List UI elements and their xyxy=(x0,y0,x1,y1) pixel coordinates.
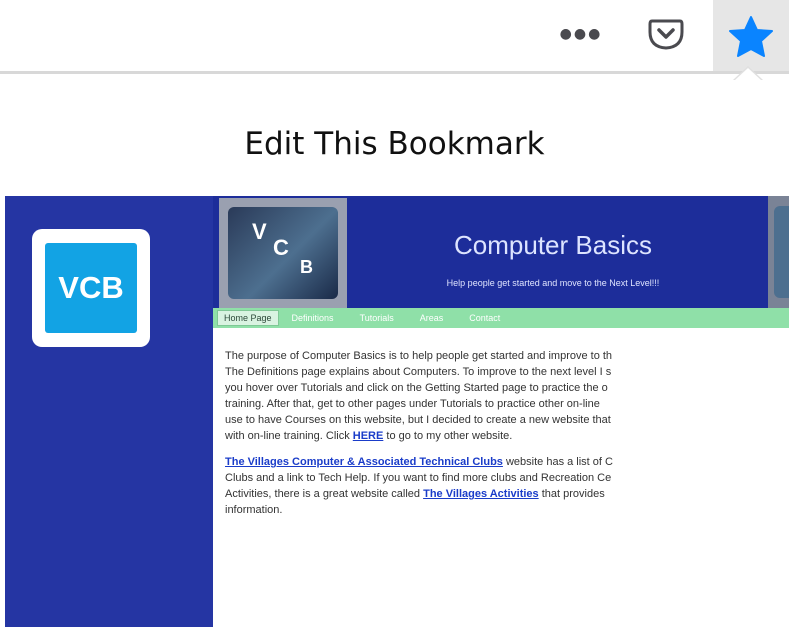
bookmark-star-button[interactable] xyxy=(713,0,789,74)
panel-title: Edit This Bookmark xyxy=(244,126,545,162)
nav-item-home: Home Page xyxy=(217,310,279,326)
pocket-icon xyxy=(648,19,684,50)
site-nav: Home Page Definitions Tutorials Areas Co… xyxy=(213,308,789,328)
preview-sidebar: VCB xyxy=(5,196,213,627)
site-content: The purpose of Computer Basics is to hel… xyxy=(225,348,789,528)
header-logo-v: V xyxy=(252,219,267,244)
toolbar-divider xyxy=(0,71,789,74)
header-logo-c: C xyxy=(273,235,289,260)
nav-item-definitions: Definitions xyxy=(291,313,334,323)
site-logo-text: VCB xyxy=(58,270,124,305)
paragraph-1-after: to go to my other website. xyxy=(383,430,513,442)
here-link: HERE xyxy=(352,430,384,442)
header-logo: V C B xyxy=(219,198,347,308)
star-filled-icon xyxy=(729,16,773,57)
site-logo-badge: VCB xyxy=(45,243,137,333)
save-to-pocket-button[interactable] xyxy=(642,10,690,58)
content-paragraph-1: The purpose of Computer Basics is to hel… xyxy=(225,348,789,444)
site-header: V C B Computer Basics Help people get st… xyxy=(213,196,789,308)
clubs-link: The Villages Computer & Associated Techn… xyxy=(225,456,503,468)
activities-link: The Villages Activities xyxy=(423,488,539,500)
header-logo-image: V C B xyxy=(228,207,338,299)
page-actions-menu-button[interactable]: ●●● xyxy=(556,16,606,52)
site-tagline: Help people get started and move to the … xyxy=(446,278,660,288)
nav-item-contact: Contact xyxy=(469,313,501,323)
site-title: Computer Basics xyxy=(454,230,652,260)
header-logo-b: B xyxy=(300,257,313,277)
page-preview-image: VCB V C B Computer Basics Help people ge… xyxy=(5,196,789,627)
more-dots-icon: ●●● xyxy=(559,26,603,42)
nav-item-tutorials: Tutorials xyxy=(359,313,394,323)
content-paragraph-2: The Villages Computer & Associated Techn… xyxy=(225,454,789,518)
header-right-image xyxy=(768,196,789,308)
site-logo: VCB xyxy=(32,229,150,347)
paragraph-1-text: The purpose of Computer Basics is to hel… xyxy=(225,350,613,442)
nav-item-areas: Areas xyxy=(419,313,444,323)
browser-toolbar: ●●● xyxy=(0,0,789,74)
panel-arrow-fill xyxy=(735,68,761,80)
